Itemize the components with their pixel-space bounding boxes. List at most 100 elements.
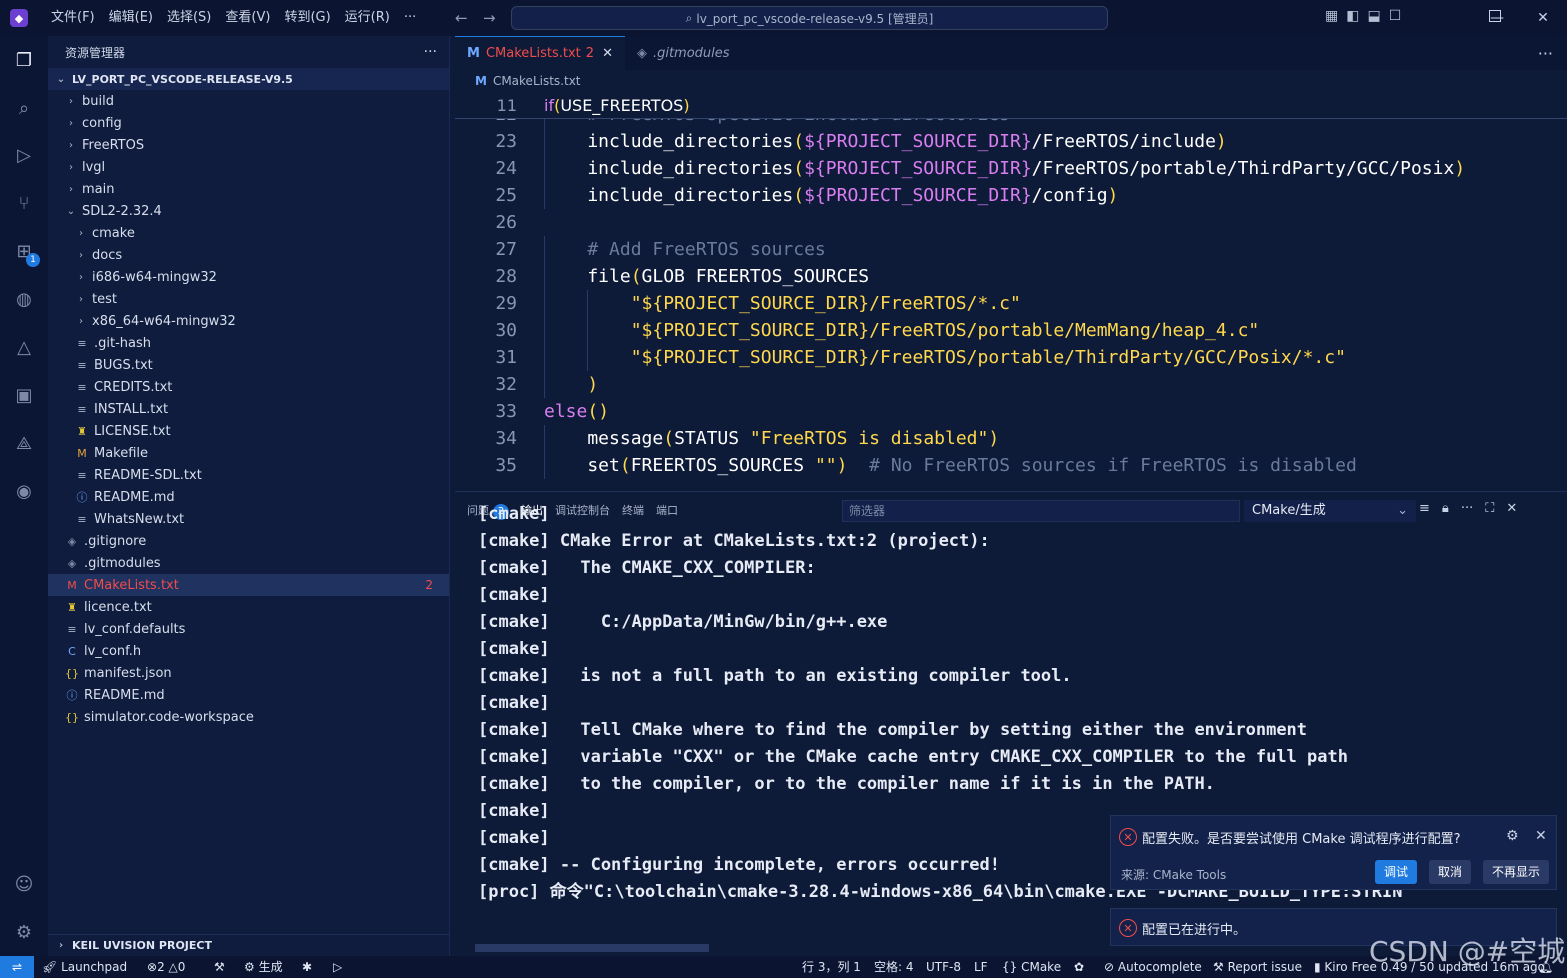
code-line[interactable]: 30 "${PROJECT_SOURCE_DIR}/FreeRTOS/porta… bbox=[455, 317, 1567, 344]
tree-item[interactable]: ≡ lv_conf.defaults bbox=[48, 618, 449, 640]
cmake-icon[interactable]: △ bbox=[12, 335, 36, 359]
code-line[interactable]: 26 bbox=[455, 209, 1567, 236]
menu-selection[interactable]: 选择(S) bbox=[160, 0, 218, 36]
encoding[interactable]: UTF-8 bbox=[926, 956, 961, 978]
chat-icon[interactable]: ☐ bbox=[1389, 8, 1402, 24]
lock-scroll-icon[interactable]: 🔒︎ bbox=[1442, 501, 1449, 516]
run-debug-icon[interactable]: ▷ bbox=[12, 143, 36, 167]
close-window-button[interactable]: ✕ bbox=[1520, 0, 1566, 36]
code-line[interactable]: 31 "${PROJECT_SOURCE_DIR}/FreeRTOS/porta… bbox=[455, 344, 1567, 371]
tree-item[interactable]: › config bbox=[48, 112, 449, 134]
explorer-icon[interactable]: ❐ bbox=[12, 48, 36, 72]
tab-cmakelists[interactable]: M CMakeLists.txt 2 ✕ bbox=[455, 36, 625, 70]
tree-item[interactable]: {} manifest.json bbox=[48, 662, 449, 684]
tree-item[interactable]: ⓘ README.md bbox=[48, 486, 449, 508]
tools-icon[interactable]: ⚒ bbox=[214, 956, 225, 978]
breadcrumb[interactable]: M CMakeLists.txt bbox=[455, 70, 1567, 92]
panel-more-icon[interactable]: ··· bbox=[1461, 501, 1473, 516]
menu-run[interactable]: 运行(R) bbox=[338, 0, 397, 36]
menu-view[interactable]: 查看(V) bbox=[218, 0, 277, 36]
remote-explorer-icon[interactable]: ◍ bbox=[12, 287, 36, 311]
code-line[interactable]: 27 # Add FreeRTOS sources bbox=[455, 236, 1567, 263]
tree-item[interactable]: ≡ README-SDL.txt bbox=[48, 464, 449, 486]
launchpad-item[interactable]: 🚀︎ Launchpad bbox=[42, 956, 127, 978]
menu-edit[interactable]: 编辑(E) bbox=[102, 0, 160, 36]
tree-item[interactable]: {} simulator.code-workspace bbox=[48, 706, 449, 728]
remote-indicator-icon[interactable]: ⇌ bbox=[0, 956, 34, 978]
notification-settings-icon[interactable]: ⚙ bbox=[1506, 828, 1519, 844]
tree-item[interactable]: › lvgl bbox=[48, 156, 449, 178]
cursor-position[interactable]: 行 3，列 1 bbox=[802, 956, 861, 978]
run-icon[interactable]: ▷ bbox=[333, 956, 342, 978]
report-issue-item[interactable]: ⚒ Report issue bbox=[1213, 956, 1302, 978]
tree-item[interactable]: ≡ WhatsNew.txt bbox=[48, 508, 449, 530]
tree-item[interactable]: ◈ .gitmodules bbox=[48, 552, 449, 574]
cancel-button[interactable]: 取消 bbox=[1429, 860, 1472, 884]
timeline-icon[interactable]: ◉ bbox=[12, 479, 36, 503]
tree-item[interactable]: ≡ BUGS.txt bbox=[48, 354, 449, 376]
tree-item[interactable]: ⌄ SDL2-2.32.4 bbox=[48, 200, 449, 222]
tree-item[interactable]: › x86_64-w64-mingw32 bbox=[48, 310, 449, 332]
tree-item[interactable]: M Makefile bbox=[48, 442, 449, 464]
notification-close-icon[interactable]: ✕ bbox=[1535, 828, 1547, 844]
code-line[interactable]: 25 include_directories(${PROJECT_SOURCE_… bbox=[455, 182, 1567, 209]
toggle-panel-icon[interactable]: ⬓ bbox=[1367, 8, 1380, 24]
chip-icon[interactable]: ▣ bbox=[12, 383, 36, 407]
code-line[interactable]: 34 message(STATUS "FreeRTOS is disabled"… bbox=[455, 425, 1567, 452]
tree-item[interactable]: M CMakeLists.txt 2 bbox=[48, 574, 449, 596]
tree-item[interactable]: ♜ licence.txt bbox=[48, 596, 449, 618]
search-view-icon[interactable]: ⌕ bbox=[12, 96, 36, 120]
code-line[interactable]: 24 include_directories(${PROJECT_SOURCE_… bbox=[455, 155, 1567, 182]
code-line[interactable]: 33 else() bbox=[455, 398, 1567, 425]
clear-output-icon[interactable]: ≡ bbox=[1419, 501, 1430, 516]
code-line[interactable]: 23 include_directories(${PROJECT_SOURCE_… bbox=[455, 128, 1567, 155]
tree-item[interactable]: › FreeRTOS bbox=[48, 134, 449, 156]
build-item[interactable]: ⚙ 生成 bbox=[244, 956, 283, 978]
close-panel-icon[interactable]: ✕ bbox=[1506, 501, 1517, 516]
nav-forward-icon[interactable]: → bbox=[483, 9, 496, 27]
tree-item[interactable]: › build bbox=[48, 90, 449, 112]
docker-icon[interactable]: ⟁ bbox=[12, 431, 36, 455]
code-line[interactable]: 28 file(GLOB FREERTOS_SOURCES bbox=[455, 263, 1567, 290]
dont-show-again-button[interactable]: 不再显示 bbox=[1483, 860, 1550, 884]
language-mode[interactable]: {} CMake bbox=[1002, 956, 1061, 978]
tree-item[interactable]: ◈ .gitignore bbox=[48, 530, 449, 552]
end-of-line[interactable]: LF bbox=[974, 956, 988, 978]
extensions-icon[interactable]: ⊞ 1 bbox=[12, 239, 40, 267]
nav-back-icon[interactable]: ← bbox=[455, 9, 468, 27]
tree-item[interactable]: › main bbox=[48, 178, 449, 200]
close-tab-icon[interactable]: ✕ bbox=[602, 46, 613, 61]
settings-gear-icon[interactable]: ⚙ bbox=[12, 920, 36, 944]
code-area[interactable]: 22 # FreeRTOS-specific include directori… bbox=[455, 101, 1567, 479]
tree-item[interactable]: ≡ CREDITS.txt bbox=[48, 376, 449, 398]
keil-uvision-section[interactable]: › KEIL UVISION PROJECT bbox=[48, 934, 450, 956]
bug-icon[interactable]: ✱ bbox=[302, 956, 312, 978]
tree-item[interactable]: ≡ INSTALL.txt bbox=[48, 398, 449, 420]
source-control-icon[interactable]: ⑂ bbox=[12, 191, 36, 215]
horizontal-scrollbar[interactable] bbox=[475, 944, 709, 952]
tab-gitmodules[interactable]: ◈ .gitmodules bbox=[625, 36, 742, 70]
indentation[interactable]: 空格: 4 bbox=[874, 956, 914, 978]
tree-item[interactable]: Clv_conf.h bbox=[48, 640, 449, 662]
debug-button[interactable]: 调试 bbox=[1375, 860, 1418, 884]
customize-layout-icon[interactable]: ▦ bbox=[1325, 8, 1338, 24]
account-icon[interactable]: ☺ bbox=[12, 872, 36, 896]
tree-item[interactable]: ≡ .git-hash bbox=[48, 332, 449, 354]
menu-goto[interactable]: 转到(G) bbox=[277, 0, 337, 36]
code-line[interactable]: 29 "${PROJECT_SOURCE_DIR}/FreeRTOS/*.c" bbox=[455, 290, 1567, 317]
tree-item[interactable]: › docs bbox=[48, 244, 449, 266]
toggle-sidebar-icon[interactable]: ◧ bbox=[1346, 8, 1359, 24]
menu-more[interactable]: ··· bbox=[397, 0, 423, 36]
command-center-search[interactable]: ⌕ lv_port_pc_vscode-release-v9.5 [管理员] bbox=[511, 6, 1108, 30]
code-line[interactable]: 32 ) bbox=[455, 371, 1567, 398]
explorer-more-icon[interactable]: ··· bbox=[424, 44, 437, 60]
autocomplete-item[interactable]: ⊘ Autocomplete bbox=[1104, 956, 1202, 978]
extension-icon[interactable]: ✿ bbox=[1074, 956, 1084, 978]
editor-more-icon[interactable]: ··· bbox=[1538, 44, 1553, 63]
problems-status[interactable]: ⊗2 △0 bbox=[147, 956, 185, 978]
tree-item[interactable]: › test bbox=[48, 288, 449, 310]
tree-item[interactable]: › i686-w64-mingw32 bbox=[48, 266, 449, 288]
code-line[interactable]: 35 set(FREERTOS_SOURCES "") # No FreeRTO… bbox=[455, 452, 1567, 479]
maximize-panel-icon[interactable]: ⛶ bbox=[1485, 501, 1494, 516]
maximize-button[interactable] bbox=[1489, 10, 1501, 22]
